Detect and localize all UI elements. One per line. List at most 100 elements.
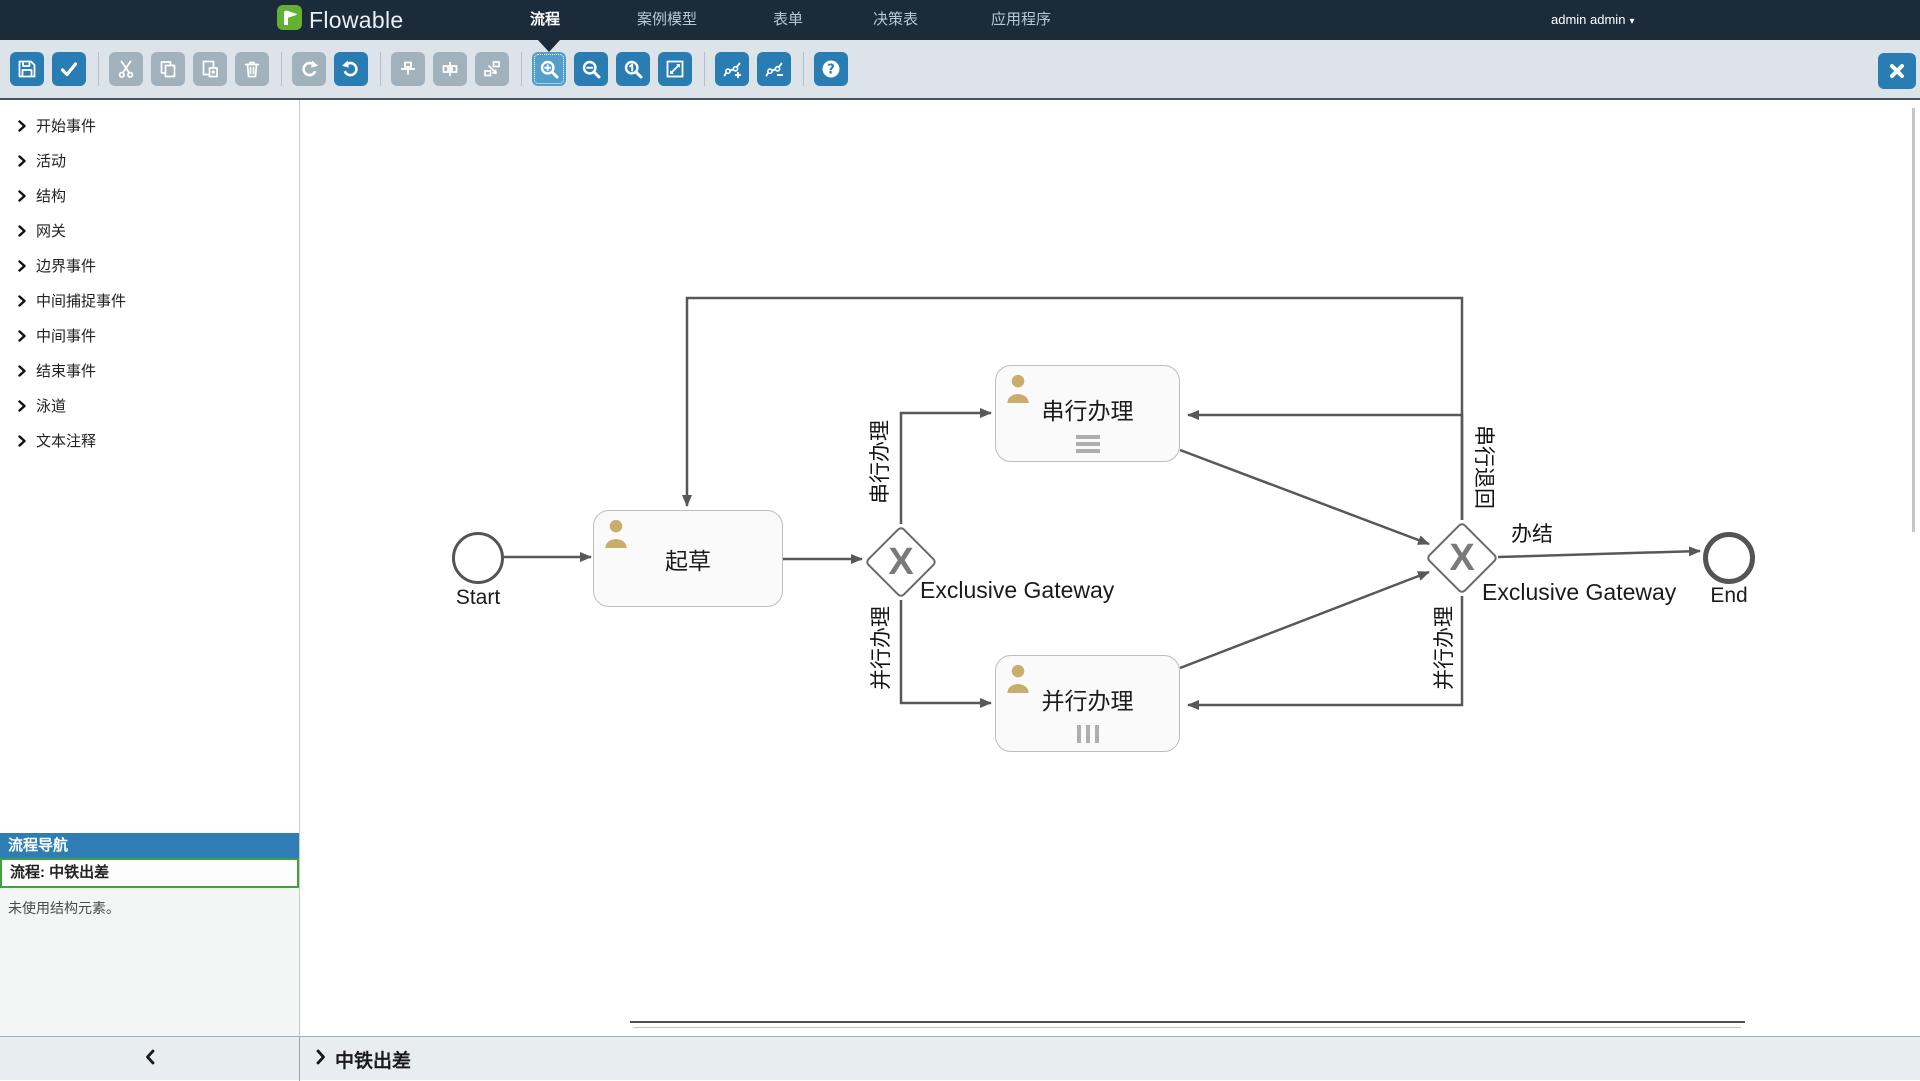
flow-label-serial: 串行办理: [864, 420, 894, 504]
flow-gateway1-to-parallel[interactable]: [901, 600, 991, 703]
palette-sidebar: 开始事件 活动 结构 网关 边界事件 中间捕捉事件 中间事件 结束事件 泳道 文…: [0, 100, 300, 1036]
end-event-label: End: [1691, 584, 1767, 608]
exclusive-gateway-2-label: Exclusive Gateway: [1482, 579, 1676, 606]
zoom-in-icon: [539, 59, 560, 80]
nav-tab-decision-tables[interactable]: 决策表: [873, 0, 918, 40]
palette-item-boundary-events[interactable]: 边界事件: [0, 248, 299, 283]
palette-item-label: 泳道: [36, 395, 66, 416]
help-button[interactable]: ?: [814, 52, 848, 86]
flowable-logo-icon: [276, 4, 303, 36]
palette-item-start-events[interactable]: 开始事件: [0, 108, 299, 143]
flowable-brand[interactable]: Flowable: [276, 0, 403, 40]
palette-item-label: 结束事件: [36, 360, 96, 381]
paste-icon: [200, 59, 220, 79]
nav-tab-apps[interactable]: 应用程序: [991, 0, 1051, 40]
chevron-right-icon: [18, 330, 26, 342]
chevron-down-icon: ▾: [1629, 16, 1634, 27]
active-tab-pointer: [538, 40, 560, 52]
breadcrumb[interactable]: 中铁出差: [316, 1037, 411, 1081]
palette-item-label: 网关: [36, 220, 66, 241]
palette-item-activities[interactable]: 活动: [0, 143, 299, 178]
palette-item-label: 边界事件: [36, 255, 96, 276]
palette-item-label: 中间捕捉事件: [36, 290, 126, 311]
save-button[interactable]: [10, 52, 44, 86]
diagram-canvas[interactable]: Start 起草 X Exclusive Gateway 串行办理 并行办理 X…: [301, 100, 1920, 1036]
palette-item-label: 开始事件: [36, 115, 96, 136]
delete-button[interactable]: [235, 52, 269, 86]
flow-label-serial-return: 串行退回: [1470, 425, 1500, 509]
validate-button[interactable]: [52, 52, 86, 86]
brand-text: Flowable: [309, 7, 403, 34]
remove-bendpoint-button[interactable]: [757, 52, 791, 86]
zoom-actual-button[interactable]: [616, 52, 650, 86]
vertical-scrollbar[interactable]: [1912, 108, 1915, 532]
user-task-parallel[interactable]: 并行办理: [995, 655, 1180, 752]
remove-bendpoint-icon: [764, 59, 785, 80]
nav-tab-processes[interactable]: 流程: [530, 0, 560, 40]
trash-icon: [242, 59, 262, 79]
palette-item-intermediate-catching-events[interactable]: 中间捕捉事件: [0, 283, 299, 318]
sequence-flows-layer: [301, 100, 1920, 1036]
undo-button[interactable]: [334, 52, 368, 86]
flow-serial-to-gateway2[interactable]: [1180, 450, 1429, 544]
exclusive-gateway-1-label: Exclusive Gateway: [920, 577, 1114, 604]
user-menu[interactable]: admin admin ▾: [1551, 0, 1634, 40]
close-editor-button[interactable]: [1878, 53, 1916, 89]
user-name: admin admin: [1551, 12, 1625, 27]
redo-icon: [299, 59, 319, 79]
flow-label-complete: 办结: [1511, 518, 1553, 548]
align-horizontal-icon: [398, 59, 418, 79]
palette-item-label: 活动: [36, 150, 66, 171]
cut-button[interactable]: [109, 52, 143, 86]
same-size-button[interactable]: [475, 52, 509, 86]
palette-item-intermediate-events[interactable]: 中间事件: [0, 318, 299, 353]
cut-icon: [116, 59, 136, 79]
flow-label-parallel-return: 并行办理: [1428, 606, 1458, 690]
navigator-process-item[interactable]: 流程: 中铁出差: [0, 858, 299, 888]
align-horizontal-button[interactable]: [391, 52, 425, 86]
palette-item-label: 中间事件: [36, 325, 96, 346]
navigator-empty-note: 未使用结构元素。: [0, 888, 299, 928]
redo-button[interactable]: [292, 52, 326, 86]
process-navigator-panel: 流程导航 流程: 中铁出差 未使用结构元素。: [0, 833, 299, 1036]
chevron-right-icon: [18, 365, 26, 377]
palette-item-gateways[interactable]: 网关: [0, 213, 299, 248]
breadcrumb-process-name: 中铁出差: [335, 1046, 411, 1073]
flow-parallel-to-gateway2[interactable]: [1180, 572, 1429, 668]
flow-gateway1-to-serial[interactable]: [901, 413, 991, 524]
user-task-serial[interactable]: 串行办理: [995, 365, 1180, 462]
align-vertical-button[interactable]: [433, 52, 467, 86]
palette-item-swimlanes[interactable]: 泳道: [0, 388, 299, 423]
zoom-actual-icon: [623, 59, 644, 80]
flow-gateway2-to-end[interactable]: [1498, 551, 1700, 557]
chevron-right-icon: [18, 225, 26, 237]
end-event-node[interactable]: [1703, 532, 1755, 584]
start-event-node[interactable]: [452, 532, 504, 584]
task-label: 起草: [594, 511, 782, 606]
chevron-right-icon: [18, 295, 26, 307]
chevron-right-icon: [316, 1049, 326, 1070]
flow-label-parallel: 并行办理: [865, 606, 895, 690]
same-size-icon: [482, 59, 502, 79]
undo-icon: [341, 59, 361, 79]
svg-text:?: ?: [827, 63, 835, 78]
copy-icon: [158, 59, 178, 79]
paste-button[interactable]: [193, 52, 227, 86]
nav-tab-case-models[interactable]: 案例模型: [637, 0, 697, 40]
zoom-out-button[interactable]: [574, 52, 608, 86]
copy-button[interactable]: [151, 52, 185, 86]
add-bendpoint-button[interactable]: [715, 52, 749, 86]
save-icon: [17, 59, 37, 79]
zoom-in-button[interactable]: [532, 52, 566, 86]
start-event-label: Start: [441, 586, 515, 610]
user-task-draft[interactable]: 起草: [593, 510, 783, 607]
nav-tab-forms[interactable]: 表单: [773, 0, 803, 40]
palette-item-structure[interactable]: 结构: [0, 178, 299, 213]
collapse-sidebar-button[interactable]: [0, 1037, 300, 1081]
chevron-right-icon: [18, 155, 26, 167]
zoom-fit-button[interactable]: [658, 52, 692, 86]
palette-item-end-events[interactable]: 结束事件: [0, 353, 299, 388]
add-bendpoint-icon: [722, 59, 743, 80]
navigator-title: 流程导航: [0, 833, 299, 858]
palette-item-text-annotation[interactable]: 文本注释: [0, 423, 299, 458]
